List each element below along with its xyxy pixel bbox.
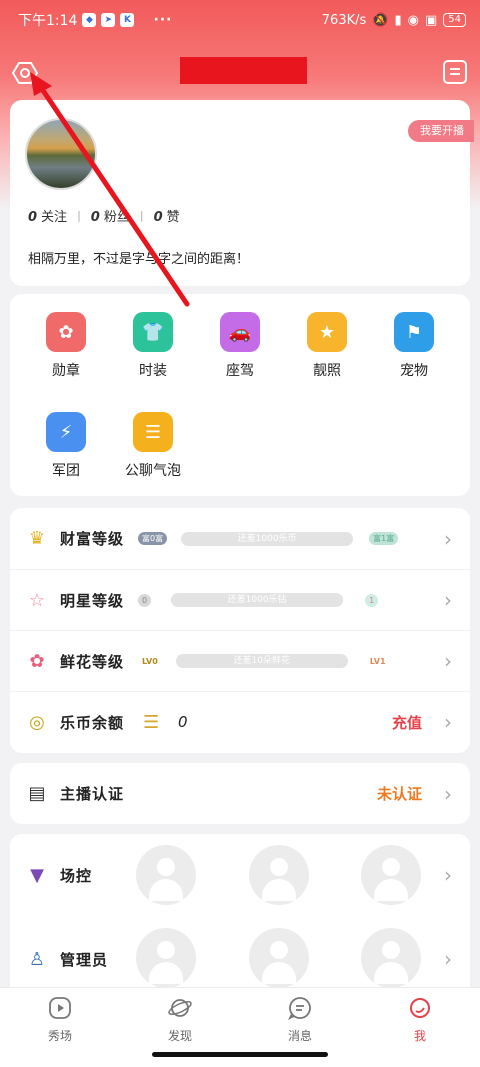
chevron-right-icon: ›	[444, 526, 452, 551]
nav-me[interactable]: 我	[385, 996, 455, 1044]
feature-pet[interactable]: ⚑ 宠物	[379, 312, 449, 380]
field-control-avatar-placeholder[interactable]	[249, 845, 309, 905]
avatar[interactable]	[25, 118, 97, 190]
shield-icon: ⚡	[46, 412, 86, 452]
id-card-icon: ▤	[28, 783, 46, 804]
admin-avatar-placeholder[interactable]	[249, 928, 309, 988]
stat-following[interactable]: 0 关注	[28, 206, 67, 225]
start-live-button[interactable]: 我要开播	[408, 120, 474, 142]
feature-medal[interactable]: ✿ 勋章	[31, 312, 101, 380]
medal-icon: ✿	[46, 312, 86, 352]
divider: |	[139, 209, 144, 222]
settings-icon[interactable]	[12, 60, 38, 86]
shield-app-icon: ◆	[82, 13, 97, 27]
chevron-right-icon: ›	[444, 781, 452, 806]
home-indicator	[152, 1052, 328, 1057]
flower-icon: ✿	[29, 650, 45, 672]
wealth-next-badge: 富1富	[369, 532, 399, 545]
row-star-level[interactable]: ☆ 明星等级 0 还差1000乐钻 1 ›	[10, 569, 470, 630]
chevron-right-icon: ›	[444, 710, 452, 734]
chat-bubble-icon: ☰	[133, 412, 173, 452]
page-title-redacted	[180, 57, 307, 84]
tie-icon: ▼	[30, 864, 44, 886]
flower-current-badge: LV0	[138, 654, 162, 668]
battery-icon: 54	[443, 13, 466, 27]
star-icon: ☆	[28, 589, 46, 611]
coin-balance-value: 0	[178, 713, 188, 731]
recharge-button[interactable]: 充值	[392, 712, 422, 733]
admin-avatar-placeholder[interactable]	[361, 928, 421, 988]
features-card: ✿ 勋章 👕 时装 🚗 座驾 ★ 靓照 ⚑ 宠物 ⚡ 军团 ☰ 公聊气泡	[10, 294, 470, 496]
feature-car[interactable]: 🚗 座驾	[205, 312, 275, 380]
user-icon: ♙	[28, 948, 46, 970]
row-wealth-level[interactable]: ♛ 财富等级 富0富 还差1000乐币 富1富 ›	[10, 508, 470, 569]
sim-icon: ▣	[424, 12, 438, 28]
bio-text[interactable]: 相隔万里，不过是字与字之间的距离！	[28, 248, 249, 267]
feature-legion[interactable]: ⚡ 军团	[31, 412, 101, 480]
stat-likes[interactable]: 0赞	[154, 206, 180, 225]
feature-chat-bubble[interactable]: ☰ 公聊气泡	[118, 412, 188, 480]
chevron-right-icon: ›	[444, 947, 452, 971]
wealth-progress-bar: 还差1000乐币	[181, 531, 354, 546]
coin-icon: ◎	[29, 711, 45, 733]
admin-avatar-placeholder[interactable]	[136, 928, 196, 988]
nav-showroom[interactable]: 秀场	[25, 996, 95, 1044]
verification-status: 未认证	[376, 785, 422, 803]
clothing-icon: 👕	[133, 312, 173, 352]
stat-fans[interactable]: 0 粉丝	[91, 206, 130, 225]
nav-messages[interactable]: 消息	[265, 996, 335, 1044]
star-progress-bar: 还差1000乐钻	[171, 593, 344, 607]
flower-next-badge: LV1	[365, 654, 390, 668]
chevron-right-icon: ›	[444, 649, 452, 673]
play-icon	[49, 997, 71, 1019]
stats-row: 0 关注 | 0 粉丝 | 0赞	[28, 206, 180, 225]
anchor-verification-card[interactable]: ▤ 主播认证 未认证 ›	[10, 763, 470, 824]
wifi-icon: ◉	[407, 12, 419, 28]
k-app-icon: K	[120, 13, 135, 27]
message-icon	[287, 997, 311, 1021]
chevron-right-icon: ›	[444, 863, 452, 887]
star-photo-icon: ★	[307, 312, 347, 352]
levels-card: ♛ 财富等级 富0富 还差1000乐币 富1富 › ☆ 明星等级 0 还差100…	[10, 508, 470, 753]
network-speed: 763K/s	[321, 12, 367, 28]
divider: |	[77, 209, 81, 222]
field-control-avatar-placeholder[interactable]	[136, 845, 196, 905]
wealth-current-badge: 富0富	[138, 532, 168, 545]
me-icon	[410, 998, 430, 1018]
car-icon: 🚗	[220, 312, 260, 352]
feature-photo[interactable]: ★ 靓照	[292, 312, 362, 380]
chevron-right-icon: ›	[444, 588, 452, 612]
row-anchor-verification[interactable]: ▤ 主播认证 未认证 ›	[10, 763, 470, 824]
pet-icon: ⚑	[394, 312, 434, 352]
row-flower-level[interactable]: ✿ 鲜花等级 LV0 还差10朵鲜花 LV1 ›	[10, 630, 470, 691]
feature-clothing[interactable]: 👕 时装	[118, 312, 188, 380]
nav-discover[interactable]: 发现	[145, 996, 215, 1044]
mute-icon: 🔕	[372, 12, 389, 28]
send-app-icon: ➤	[101, 13, 116, 27]
star-next-badge: 1	[365, 593, 379, 607]
flower-progress-bar: 还差10朵鲜花	[175, 654, 348, 668]
menu-icon[interactable]	[443, 60, 467, 84]
header	[0, 52, 480, 92]
crown-icon: ♛	[28, 528, 46, 549]
field-control-avatar-placeholder[interactable]	[361, 845, 421, 905]
row-coin-balance[interactable]: ◎ 乐币余额 ☰ 0 充值 ›	[10, 691, 470, 752]
status-bar: 下午1:14 ◆ ➤ K ··· 763K/s 🔕 ▮ ◉ ▣ 54	[0, 0, 480, 40]
profile-card: 我要开播 0 关注 | 0 粉丝 | 0赞 相隔万里，不过是字与字之间的距离！	[10, 100, 474, 286]
planet-icon	[168, 999, 192, 1017]
star-current-badge: 0	[138, 593, 152, 607]
coin-stack-icon: ☰	[142, 711, 160, 733]
signal-icon: ▮	[394, 12, 402, 28]
status-time: 下午1:14	[18, 13, 78, 29]
more-notifications-icon: ···	[153, 12, 173, 28]
